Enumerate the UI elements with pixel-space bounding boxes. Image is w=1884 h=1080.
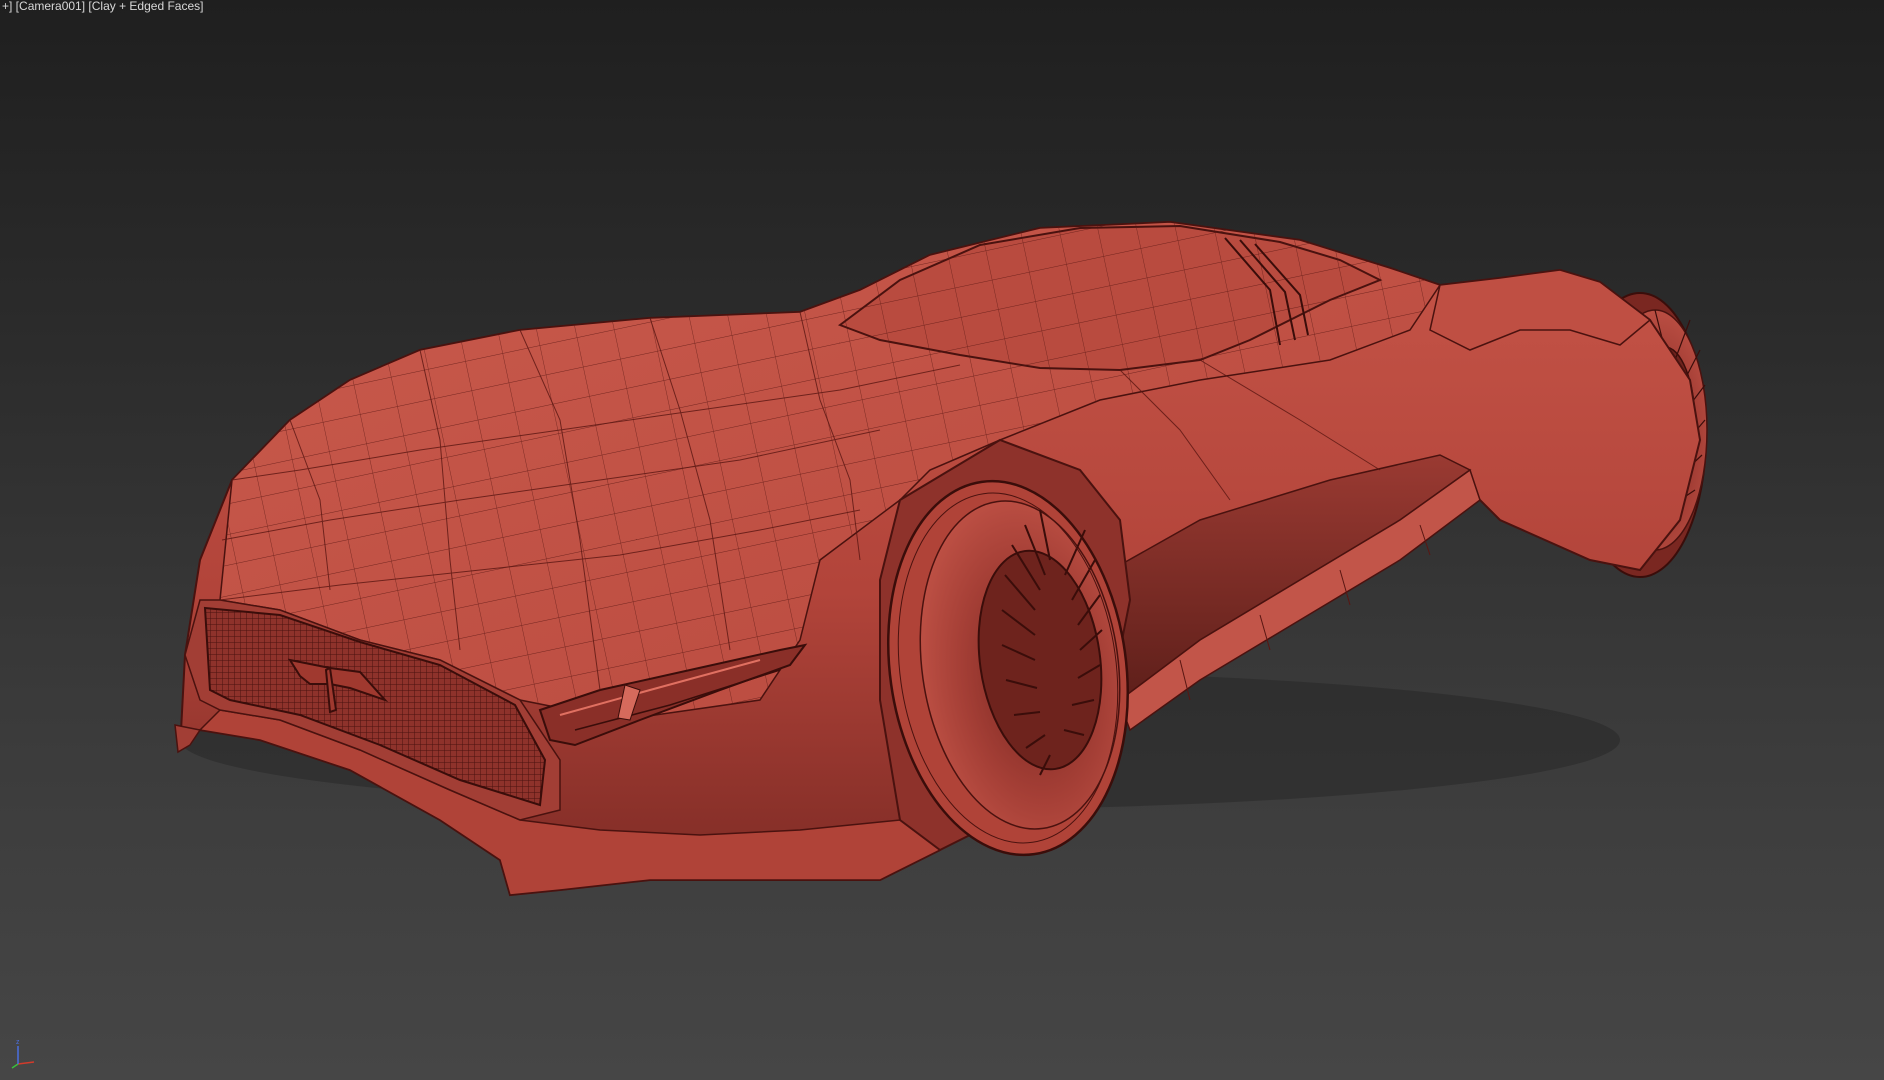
axis-gizmo: z	[11, 1039, 35, 1069]
viewport-camera001[interactable]: +] [Camera001] [Clay + Edged Faces] z	[0, 0, 1884, 1080]
car-3d-model[interactable]	[0, 0, 1884, 1080]
axis-z-label: z	[16, 1039, 20, 1046]
